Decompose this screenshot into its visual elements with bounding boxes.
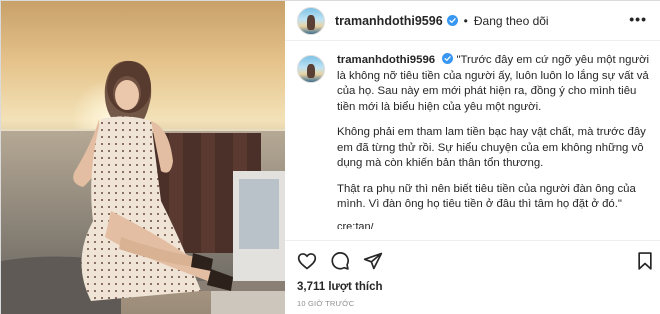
caption-paragraph-1: tramanhdothi9596 "Trước đây em cứ ngỡ yê… xyxy=(337,53,653,115)
post-timestamp[interactable]: 10 GIỜ TRƯỚC xyxy=(297,299,354,308)
sunset-portrait-image xyxy=(1,1,285,314)
follow-status-button[interactable]: Đang theo dõi xyxy=(474,14,549,28)
bookmark-icon[interactable] xyxy=(635,251,655,271)
caption-paragraph-2: Không phải em tham lam tiền bạc hay vật … xyxy=(337,126,646,169)
instagram-post: tramanhdothi9596 • Đang theo dõi ••• tra… xyxy=(0,0,660,314)
caption-avatar[interactable] xyxy=(297,55,325,83)
post-photo[interactable] xyxy=(1,1,285,314)
send-icon[interactable] xyxy=(363,251,383,271)
caption-block: tramanhdothi9596 "Trước đây em cứ ngỡ yê… xyxy=(297,53,653,229)
caption-username[interactable]: tramanhdothi9596 xyxy=(337,54,435,66)
heart-icon[interactable] xyxy=(297,251,317,271)
likes-count[interactable]: 3,711 lượt thích xyxy=(297,281,383,293)
separator-dot: • xyxy=(463,13,468,28)
post-header: tramanhdothi9596 • Đang theo dõi ••• xyxy=(285,1,660,41)
avatar[interactable] xyxy=(297,6,325,35)
caption-paragraph-4: cre:fan/ xyxy=(337,222,374,229)
caption-paragraph-3: Thật ra phụ nữ thì nên biết tiêu tiền củ… xyxy=(337,182,636,211)
verified-badge-icon xyxy=(446,15,458,26)
post-side-panel: tramanhdothi9596 • Đang theo dõi ••• tra… xyxy=(285,1,660,314)
post-actions-bar xyxy=(285,240,660,280)
header-username[interactable]: tramanhdothi9596 xyxy=(335,14,443,28)
verified-badge-icon xyxy=(442,53,454,64)
more-options-button[interactable]: ••• xyxy=(629,12,647,26)
caption-text: tramanhdothi9596 "Trước đây em cứ ngỡ yê… xyxy=(337,53,653,229)
comment-icon[interactable] xyxy=(330,251,350,271)
